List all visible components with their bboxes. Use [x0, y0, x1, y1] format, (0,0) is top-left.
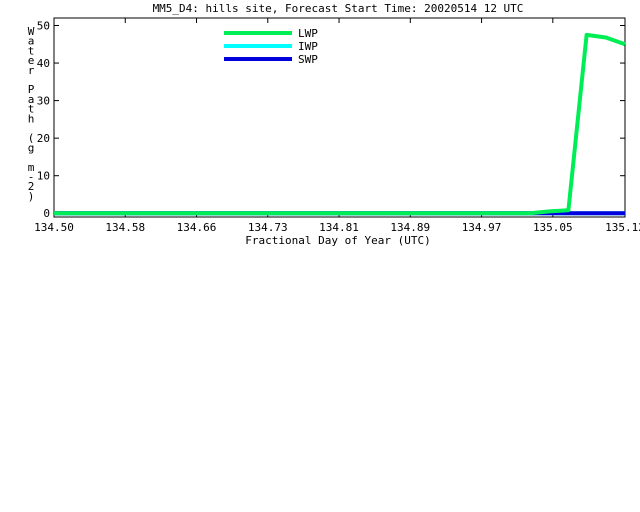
y-tick-label: 50 — [37, 20, 50, 33]
y-axis-label-char: r — [28, 64, 35, 77]
x-tick-label: 134.81 — [319, 221, 359, 234]
y-tick-label: 0 — [43, 207, 50, 220]
series-lines — [54, 32, 626, 216]
x-tick-label: 134.66 — [177, 221, 217, 234]
y-tick-label: 30 — [37, 95, 50, 108]
y-axis-label-char: ) — [28, 190, 35, 203]
y-axis-label-char: g — [28, 141, 35, 154]
x-tick-label: 134.58 — [105, 221, 145, 234]
series-line-lwp — [54, 32, 626, 216]
y-axis-label-char: h — [28, 112, 35, 125]
y-tick-label: 40 — [37, 57, 50, 70]
axis-ticks: 134.50 134.58 134.66 134.73 134.81 134.89 134.… — [34, 18, 640, 234]
x-tick-label: 135.05 — [533, 221, 573, 234]
chart-title: MM5_D4: hills site, Forecast Start Time:… — [153, 2, 524, 15]
legend-label-swp: SWP — [298, 53, 318, 66]
plot-frame — [53, 17, 626, 218]
x-tick-label: 135.12 — [605, 221, 640, 234]
x-axis-label: Fractional Day of Year (UTC) — [245, 234, 430, 247]
y-tick-label: 10 — [37, 170, 50, 183]
y-axis-label: WaterPath(gm-2) — [28, 25, 35, 203]
legend-label-iwp: IWP — [298, 40, 318, 53]
x-tick-label: 134.97 — [462, 221, 502, 234]
x-tick-label: 134.73 — [248, 221, 288, 234]
water-path-chart: MM5_D4: hills site, Forecast Start Time:… — [28, 2, 640, 247]
x-tick-label: 134.50 — [34, 221, 74, 234]
legend: LWPIWPSWP — [224, 27, 318, 66]
x-tick-label: 134.89 — [390, 221, 430, 234]
y-tick-label: 20 — [37, 132, 50, 145]
legend-label-lwp: LWP — [298, 27, 318, 40]
